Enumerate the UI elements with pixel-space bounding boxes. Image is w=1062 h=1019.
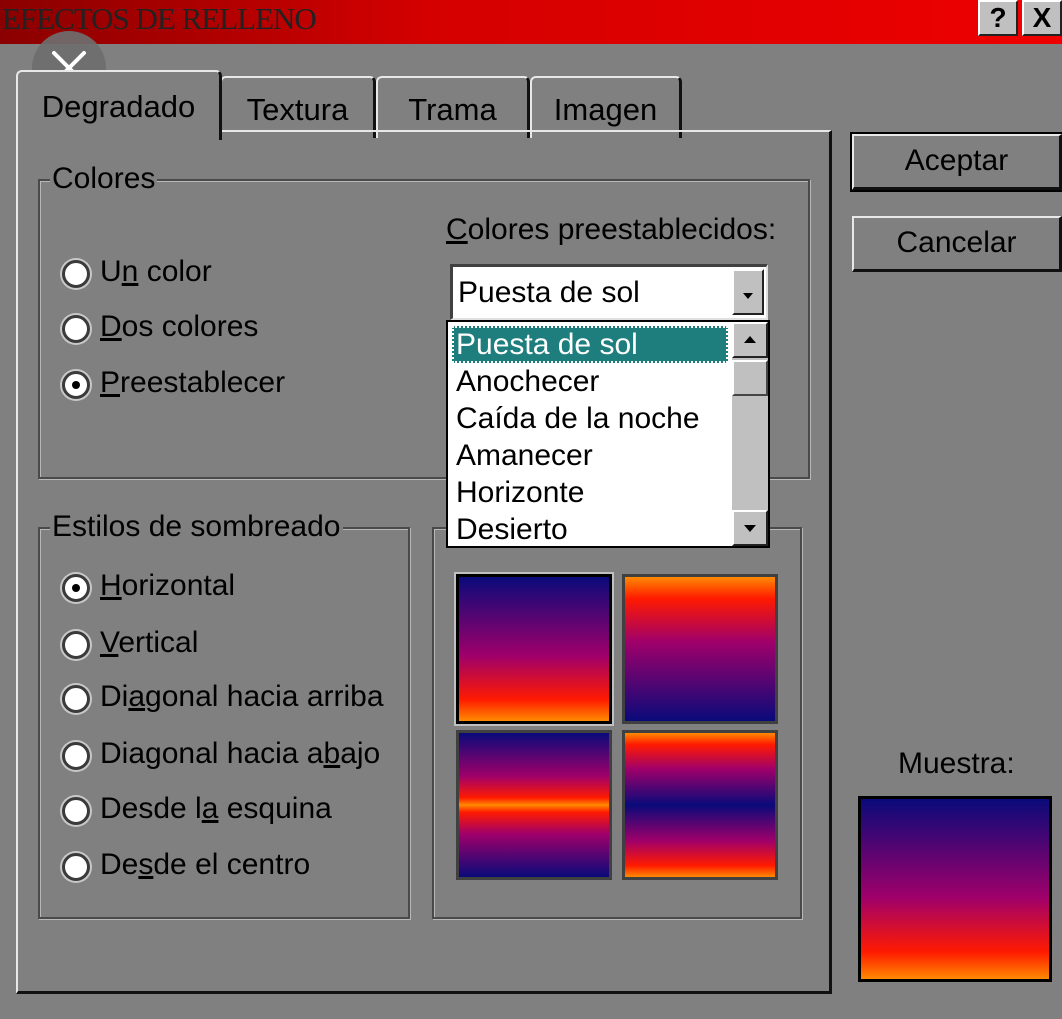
chevron-down-icon [743, 293, 753, 299]
radio-label: Horizontal [100, 569, 236, 602]
radio-label: Preestablecer [100, 366, 286, 399]
preset-colors-dropdown[interactable]: Puesta de sol Anochecer Caída de la noch… [446, 320, 770, 548]
window-title: EFECTOS DE RELLENO [2, 1, 317, 36]
dropdown-item-puesta-de-sol[interactable]: Puesta de sol [452, 326, 728, 363]
dropdown-item-horizonte[interactable]: Horizonte [452, 474, 728, 511]
radio-label: Diagonal hacia arriba [100, 680, 384, 713]
preset-colors-label: Colores preestablecidos: [446, 213, 777, 246]
accept-button[interactable]: Aceptar [850, 132, 1062, 192]
radio-button[interactable] [62, 631, 90, 659]
sombreado-legend: Estilos de sombreado [50, 509, 343, 545]
radio-label: Desde la esquina [100, 792, 332, 825]
radio-button[interactable] [62, 260, 90, 288]
radio-label: Diagonal hacia abajo [100, 737, 381, 770]
tab-textura[interactable]: Textura [220, 76, 376, 138]
gradient-variant-4[interactable] [622, 730, 778, 880]
scroll-up-button[interactable] [732, 322, 768, 358]
radio-button[interactable] [62, 371, 90, 399]
scroll-down-button[interactable] [732, 510, 768, 546]
radio-dot [72, 381, 80, 389]
tab-imagen[interactable]: Imagen [530, 76, 682, 138]
sample-label: Muestra: [898, 747, 1015, 780]
title-bar: EFECTOS DE RELLENO ? X [0, 0, 1062, 44]
radio-button[interactable] [62, 853, 90, 881]
tab-trama[interactable]: Trama [376, 76, 530, 138]
help-button[interactable]: ? [978, 0, 1018, 36]
radio-button[interactable] [62, 315, 90, 343]
dropdown-item-anochecer[interactable]: Anochecer [452, 363, 728, 400]
radio-button[interactable] [62, 685, 90, 713]
gradient-variant-1[interactable] [454, 572, 614, 726]
chevron-down-icon [744, 525, 756, 532]
radio-button[interactable] [62, 742, 90, 770]
dropdown-item-amanecer[interactable]: Amanecer [452, 437, 728, 474]
cancel-button[interactable]: Cancelar [852, 216, 1062, 272]
scroll-thumb[interactable] [732, 360, 768, 396]
combo-dropdown-button[interactable] [732, 269, 764, 315]
colores-legend: Colores [50, 161, 158, 197]
radio-label: Vertical [100, 626, 199, 659]
dropdown-scrollbar[interactable] [732, 322, 768, 546]
radio-label: Dos colores [100, 310, 259, 343]
dropdown-item-desierto[interactable]: Desierto [452, 511, 728, 548]
radio-label: Un color [100, 255, 212, 288]
sample-preview [858, 796, 1052, 982]
gradient-variant-2[interactable] [622, 574, 778, 724]
active-tab-joint [18, 128, 218, 134]
combo-value: Puesta de sol [458, 276, 640, 309]
gradient-variant-3[interactable] [456, 730, 612, 880]
radio-label: Desde el centro [100, 848, 311, 881]
preset-colors-combo[interactable]: Puesta de sol [450, 264, 768, 320]
dropdown-item-caida-de-la-noche[interactable]: Caída de la noche [452, 400, 728, 437]
radio-button[interactable] [62, 574, 90, 602]
radio-dot [72, 584, 80, 592]
chevron-up-icon [744, 336, 756, 343]
window-close-button[interactable]: X [1022, 0, 1062, 36]
radio-button[interactable] [62, 797, 90, 825]
